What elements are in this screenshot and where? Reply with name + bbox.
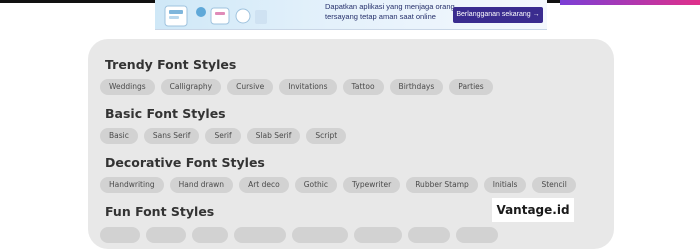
- tag-gothic[interactable]: Gothic: [294, 177, 338, 193]
- section-title-fun: Fun Font Styles: [105, 204, 215, 219]
- tag-placeholder[interactable]: [456, 227, 498, 243]
- tag-initials[interactable]: Initials: [483, 177, 527, 193]
- ad-illustration: [164, 5, 267, 27]
- tag-tattoo[interactable]: Tattoo: [342, 79, 384, 95]
- section-title-basic: Basic Font Styles: [105, 106, 226, 121]
- tag-parties[interactable]: Parties: [449, 79, 493, 95]
- tag-handwriting[interactable]: Handwriting: [100, 177, 164, 193]
- ad-text: Dapatkan aplikasi yang menjaga orang ter…: [325, 2, 455, 22]
- tag-stencil[interactable]: Stencil: [532, 177, 576, 193]
- tag-sans-serif[interactable]: Sans Serif: [143, 128, 200, 144]
- tag-list-decorative: Handwriting Hand drawn Art deco Gothic T…: [100, 177, 576, 193]
- top-accent-bar: [560, 0, 700, 5]
- tag-serif[interactable]: Serif: [205, 128, 241, 144]
- tag-invitations[interactable]: Invitations: [279, 79, 337, 95]
- tag-calligraphy[interactable]: Calligraphy: [160, 79, 222, 95]
- tag-typewriter[interactable]: Typewriter: [343, 177, 401, 193]
- tag-art-deco[interactable]: Art deco: [239, 177, 289, 193]
- tag-list-fun: [100, 227, 498, 243]
- tag-rubber-stamp[interactable]: Rubber Stamp: [406, 177, 478, 193]
- section-title-decorative: Decorative Font Styles: [105, 155, 265, 170]
- tag-slab-serif[interactable]: Slab Serif: [246, 128, 301, 144]
- tag-placeholder[interactable]: [408, 227, 450, 243]
- tag-script[interactable]: Script: [306, 128, 347, 144]
- tag-placeholder[interactable]: [100, 227, 140, 243]
- ad-subscribe-button[interactable]: Berlangganan sekarang →: [453, 7, 543, 23]
- tag-placeholder[interactable]: [146, 227, 186, 243]
- ad-text-line2: tersayang tetap aman saat online: [325, 12, 436, 21]
- tag-list-trendy: Weddings Calligraphy Cursive Invitations…: [100, 79, 493, 95]
- section-title-trendy: Trendy Font Styles: [105, 57, 237, 72]
- watermark-logo: Vantage.id: [492, 198, 574, 222]
- tag-placeholder[interactable]: [234, 227, 286, 243]
- tag-basic[interactable]: Basic: [100, 128, 138, 144]
- tag-hand-drawn[interactable]: Hand drawn: [169, 177, 234, 193]
- tag-birthdays[interactable]: Birthdays: [389, 79, 444, 95]
- tag-list-basic: Basic Sans Serif Serif Slab Serif Script: [100, 128, 347, 144]
- tag-placeholder[interactable]: [354, 227, 402, 243]
- tag-placeholder[interactable]: [192, 227, 228, 243]
- ad-text-line1: Dapatkan aplikasi yang menjaga orang: [325, 2, 455, 11]
- tag-weddings[interactable]: Weddings: [100, 79, 155, 95]
- ad-banner[interactable]: Dapatkan aplikasi yang menjaga orang ter…: [155, 0, 547, 30]
- tag-cursive[interactable]: Cursive: [227, 79, 274, 95]
- tag-placeholder[interactable]: [292, 227, 348, 243]
